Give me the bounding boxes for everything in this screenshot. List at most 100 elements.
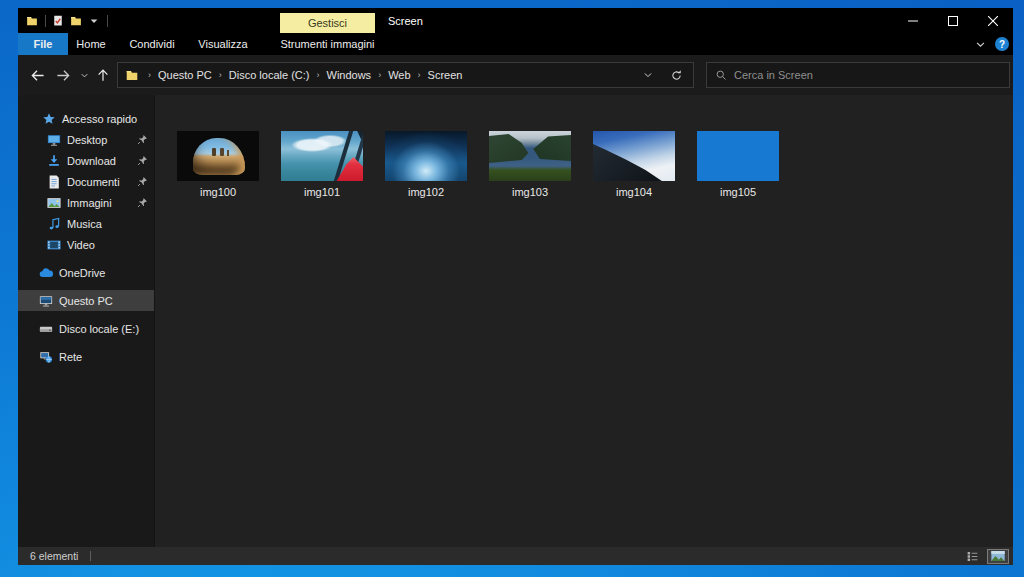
file-name: img102	[408, 186, 444, 198]
breadcrumb: › Questo PC › Disco locale (C:) › Windows › Web…	[141, 69, 462, 81]
folder-icon[interactable]	[25, 14, 39, 28]
sidebar-item-label: OneDrive	[59, 267, 105, 279]
picture-icon	[47, 196, 61, 210]
file-name: img105	[720, 186, 756, 198]
file-thumbnail-lake	[489, 131, 571, 181]
pc-icon	[39, 294, 53, 308]
sidebar-item-label: Disco locale (E:)	[59, 323, 139, 335]
breadcrumb-separator: ›	[148, 70, 151, 80]
content: Accesso rapido Desktop Download Documenti Im…	[18, 95, 1013, 547]
ribbon-buttons: ?	[973, 33, 1013, 55]
file-item[interactable]: img100	[177, 131, 259, 198]
sidebar-item-desktop[interactable]: Desktop	[18, 129, 154, 150]
properties-icon[interactable]	[51, 14, 65, 28]
pin-icon	[137, 176, 148, 187]
file-name: img103	[512, 186, 548, 198]
sidebar-item-label: Video	[67, 239, 95, 251]
details-view-button[interactable]	[966, 550, 979, 563]
sidebar-item-accesso-rapido[interactable]: Accesso rapido	[18, 108, 154, 129]
address-dropdown-icon[interactable]	[642, 70, 653, 81]
ribbon-tabs: FileHomeCondividiVisualizza Strumenti imm…	[18, 33, 1013, 55]
file-item[interactable]: img102	[385, 131, 467, 198]
file-name: img101	[304, 186, 340, 198]
breadcrumb-segment[interactable]: Questo PC	[158, 69, 212, 81]
sidebar-item-documenti[interactable]: Documenti	[18, 171, 154, 192]
item-count: 6 elementi	[30, 550, 78, 562]
drive-icon	[39, 322, 53, 336]
file-item[interactable]: img104	[593, 131, 675, 198]
qat-separator	[107, 15, 108, 27]
pin-icon	[137, 134, 148, 145]
breadcrumb-separator: ›	[317, 70, 320, 80]
download-icon	[47, 154, 61, 168]
quick-access-toolbar	[18, 14, 113, 28]
help-icon[interactable]: ?	[995, 37, 1009, 51]
sidebar-item-label: Questo PC	[59, 295, 113, 307]
search-input[interactable]	[734, 69, 1001, 81]
search-box	[706, 62, 1010, 88]
file-item[interactable]: img103	[489, 131, 571, 198]
titlebar: Gestisci Screen	[18, 8, 1013, 33]
status-bar: 6 elementi	[18, 547, 1013, 565]
file-name: img100	[200, 186, 236, 198]
file-item[interactable]: img105	[697, 131, 779, 198]
pin-icon	[137, 197, 148, 208]
close-button[interactable]	[973, 8, 1013, 33]
breadcrumb-separator: ›	[219, 70, 222, 80]
status-separator	[90, 551, 91, 561]
pin-icon	[137, 155, 148, 166]
sidebar-item-immagini[interactable]: Immagini	[18, 192, 154, 213]
minimize-button[interactable]	[893, 8, 933, 33]
sidebar-item-label: Desktop	[67, 134, 107, 146]
breadcrumb-separator: ›	[418, 70, 421, 80]
breadcrumb-separator: ›	[378, 70, 381, 80]
sidebar-item-video[interactable]: Video	[18, 234, 154, 255]
thumbnails-view-button[interactable]	[987, 549, 1009, 564]
tab-visualizza[interactable]: Visualizza	[190, 33, 256, 55]
window-controls	[893, 8, 1013, 33]
sidebar-item-label: Immagini	[67, 197, 112, 209]
sidebar-item-label: Documenti	[67, 176, 120, 188]
collapse-ribbon-icon[interactable]	[973, 37, 987, 51]
sidebar-item-rete[interactable]: Rete	[18, 346, 154, 367]
sidebar-item-musica[interactable]: Musica	[18, 213, 154, 234]
refresh-icon[interactable]	[670, 69, 683, 82]
sidebar-item-onedrive[interactable]: OneDrive	[18, 262, 154, 283]
tab-home[interactable]: Home	[68, 33, 114, 55]
sidebar-item-questo-pc[interactable]: Questo PC	[18, 290, 154, 311]
breadcrumb-segment[interactable]: Screen	[428, 69, 463, 81]
network-icon	[39, 350, 53, 364]
breadcrumb-segment[interactable]: Windows	[327, 69, 372, 81]
up-button[interactable]	[92, 62, 114, 88]
contextual-tab-gestisci[interactable]: Gestisci	[280, 13, 375, 33]
sidebar-item-label: Rete	[59, 351, 82, 363]
sidebar: Accesso rapido Desktop Download Documenti Im…	[18, 95, 155, 547]
sidebar-item-download[interactable]: Download	[18, 150, 154, 171]
sidebar-item-disco-locale-e-[interactable]: Disco locale (E:)	[18, 318, 154, 339]
tab-strumenti-immagini[interactable]: Strumenti immagini	[280, 33, 375, 55]
back-button[interactable]	[24, 62, 50, 88]
address-bar[interactable]: › Questo PC › Disco locale (C:) › Windows › Web…	[117, 62, 694, 88]
breadcrumb-segment[interactable]: Web	[388, 69, 410, 81]
forward-button[interactable]	[50, 62, 76, 88]
tab-condividi[interactable]: Condividi	[114, 33, 190, 55]
video-icon	[47, 238, 61, 252]
maximize-button[interactable]	[933, 8, 973, 33]
sidebar-item-label: Download	[67, 155, 116, 167]
new-folder-icon[interactable]	[69, 14, 83, 28]
file-thumbnail-sail	[281, 131, 363, 181]
file-thumbnail-cave	[177, 131, 259, 181]
dropdown-icon[interactable]	[87, 14, 101, 28]
navigation-bar: › Questo PC › Disco locale (C:) › Windows › Web…	[18, 55, 1013, 95]
tab-file[interactable]: File	[18, 33, 68, 55]
explorer-window: Gestisci Screen FileHomeCondividiVisuali…	[18, 8, 1013, 565]
file-item[interactable]: img101	[281, 131, 363, 198]
breadcrumb-segment[interactable]: Disco locale (C:)	[229, 69, 310, 81]
window-title: Screen	[388, 8, 423, 33]
file-thumbnail-ice	[385, 131, 467, 181]
star-icon	[42, 112, 56, 126]
file-area: img100 img101 img102 img103 img104 img105	[155, 95, 1013, 547]
file-thumbnail-mountain	[593, 131, 675, 181]
recent-locations-icon[interactable]	[76, 62, 92, 88]
sidebar-item-label: Musica	[67, 218, 102, 230]
